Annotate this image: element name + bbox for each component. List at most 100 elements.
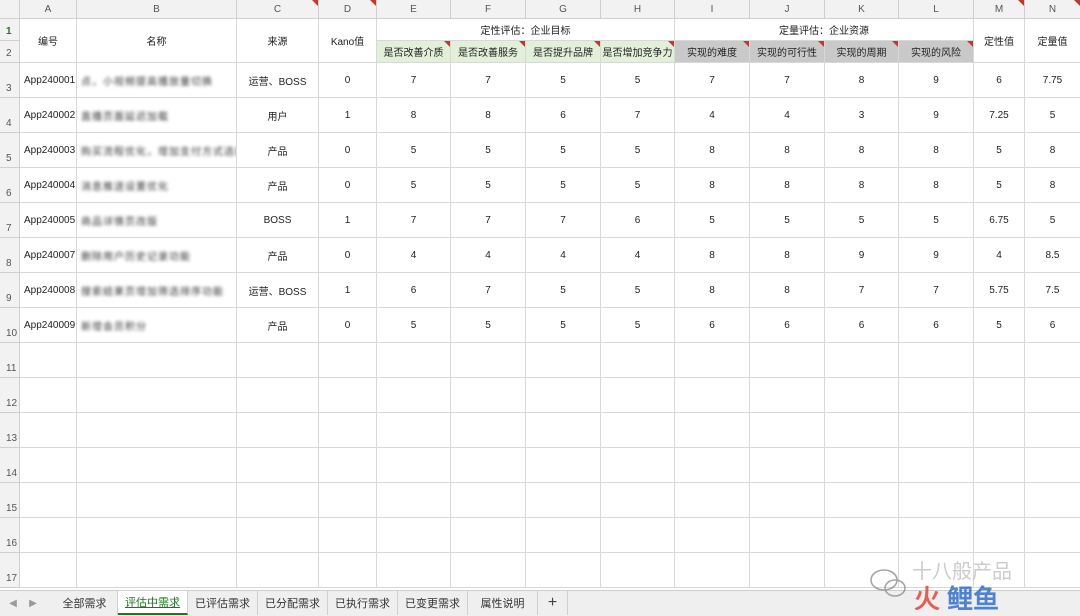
comment-indicator-icon[interactable] [818,41,824,47]
header-qualitative-criterion[interactable]: 是否改善服务 [451,41,526,63]
empty-cell[interactable] [77,553,237,588]
header-qualitative-value[interactable]: 定性值 [974,19,1025,63]
table-cell[interactable]: 5 [601,63,675,98]
empty-cell[interactable] [20,378,77,413]
table-cell[interactable]: 1 [319,273,377,308]
empty-cell[interactable] [825,483,899,518]
table-cell[interactable]: 8 [750,273,825,308]
row-header[interactable]: 16 [0,518,20,553]
table-cell[interactable]: App240009 [20,308,77,343]
empty-cell[interactable] [319,483,377,518]
empty-cell[interactable] [675,343,750,378]
empty-cell[interactable] [20,413,77,448]
empty-cell[interactable] [526,553,601,588]
table-cell[interactable]: 5 [1025,203,1080,238]
table-cell[interactable]: 5 [974,133,1025,168]
column-header-l[interactable]: L [899,0,974,19]
table-cell[interactable]: 9 [899,98,974,133]
header-quantitative-criterion[interactable]: 实现的周期 [825,41,899,63]
table-cell[interactable]: 运营、BOSS [237,63,319,98]
table-cell[interactable]: App240004 [20,168,77,203]
table-cell[interactable]: 5 [377,168,451,203]
comment-indicator-icon[interactable] [743,41,749,47]
empty-cell[interactable] [1025,378,1080,413]
column-header-k[interactable]: K [825,0,899,19]
empty-cell[interactable] [601,378,675,413]
column-header-b[interactable]: B [77,0,237,19]
column-header-d[interactable]: D [319,0,377,19]
table-cell[interactable]: 8 [675,238,750,273]
table-cell[interactable]: 7 [601,98,675,133]
empty-cell[interactable] [77,413,237,448]
table-cell[interactable]: 7 [451,203,526,238]
header-qualitative-criterion[interactable]: 是否提升品牌 [526,41,601,63]
tab-scroll-left-icon[interactable]: ◀ [4,591,22,616]
sheet-tab[interactable]: 已变更需求 [398,591,468,615]
row-header[interactable]: 12 [0,378,20,413]
table-cell[interactable]: 5 [526,63,601,98]
empty-cell[interactable] [601,553,675,588]
empty-cell[interactable] [825,343,899,378]
table-cell[interactable]: 9 [825,238,899,273]
table-cell[interactable]: 删除用户历史记录功能 [77,238,237,273]
table-cell[interactable]: 5 [601,308,675,343]
empty-cell[interactable] [77,343,237,378]
table-cell[interactable]: 8 [825,168,899,203]
table-cell[interactable]: 0 [319,308,377,343]
table-cell[interactable]: 5 [750,203,825,238]
comment-indicator-icon[interactable] [892,41,898,47]
comment-indicator-icon[interactable] [312,0,318,6]
empty-cell[interactable] [601,343,675,378]
header-id[interactable]: 编号 [20,19,77,63]
comment-indicator-icon[interactable] [1074,0,1080,6]
table-cell[interactable]: 7 [825,273,899,308]
empty-cell[interactable] [675,413,750,448]
table-cell[interactable]: 6 [974,63,1025,98]
table-cell[interactable]: 4 [750,98,825,133]
spreadsheet-grid[interactable]: A B C D E F G H I J K L M N 1 2 编号 名称 来源 Kano值 定性评估：企业目标 定量评估… [0,0,1080,590]
empty-cell[interactable] [319,448,377,483]
comment-indicator-icon[interactable] [1018,0,1024,6]
empty-cell[interactable] [974,518,1025,553]
empty-cell[interactable] [601,518,675,553]
table-cell[interactable]: 搜索结果页增加筛选排序功能 [77,273,237,308]
empty-cell[interactable] [237,378,319,413]
comment-indicator-icon[interactable] [594,41,600,47]
table-cell[interactable]: 5 [526,133,601,168]
table-cell[interactable]: 8 [825,133,899,168]
table-cell[interactable]: 7 [377,63,451,98]
table-cell[interactable]: 7 [451,273,526,308]
table-cell[interactable]: 商品详情页改版 [77,203,237,238]
table-cell[interactable]: 6 [750,308,825,343]
table-cell[interactable]: 6.75 [974,203,1025,238]
column-header-h[interactable]: H [601,0,675,19]
row-header[interactable]: 4 [0,98,20,133]
header-source[interactable]: 来源 [237,19,319,63]
empty-cell[interactable] [237,448,319,483]
row-header[interactable]: 11 [0,343,20,378]
table-cell[interactable]: 0 [319,133,377,168]
empty-cell[interactable] [825,413,899,448]
table-cell[interactable]: 5 [451,133,526,168]
comment-indicator-icon[interactable] [668,41,674,47]
empty-cell[interactable] [451,518,526,553]
table-cell[interactable]: 5 [526,168,601,203]
sheet-tab[interactable]: 属性说明 [468,591,538,615]
table-cell[interactable]: 5 [899,203,974,238]
table-cell[interactable]: 9 [899,238,974,273]
empty-cell[interactable] [1025,448,1080,483]
empty-cell[interactable] [377,343,451,378]
table-cell[interactable]: 7 [750,63,825,98]
empty-cell[interactable] [1025,343,1080,378]
table-cell[interactable]: 8 [750,168,825,203]
table-cell[interactable]: 产品 [237,133,319,168]
table-cell[interactable]: 8 [675,133,750,168]
table-cell[interactable]: 5 [1025,98,1080,133]
column-header-j[interactable]: J [750,0,825,19]
table-cell[interactable]: 7 [451,63,526,98]
table-cell[interactable]: 5 [974,308,1025,343]
empty-cell[interactable] [750,518,825,553]
row-header[interactable]: 5 [0,133,20,168]
empty-cell[interactable] [601,483,675,518]
header-quantitative-criterion[interactable]: 实现的风险 [899,41,974,63]
